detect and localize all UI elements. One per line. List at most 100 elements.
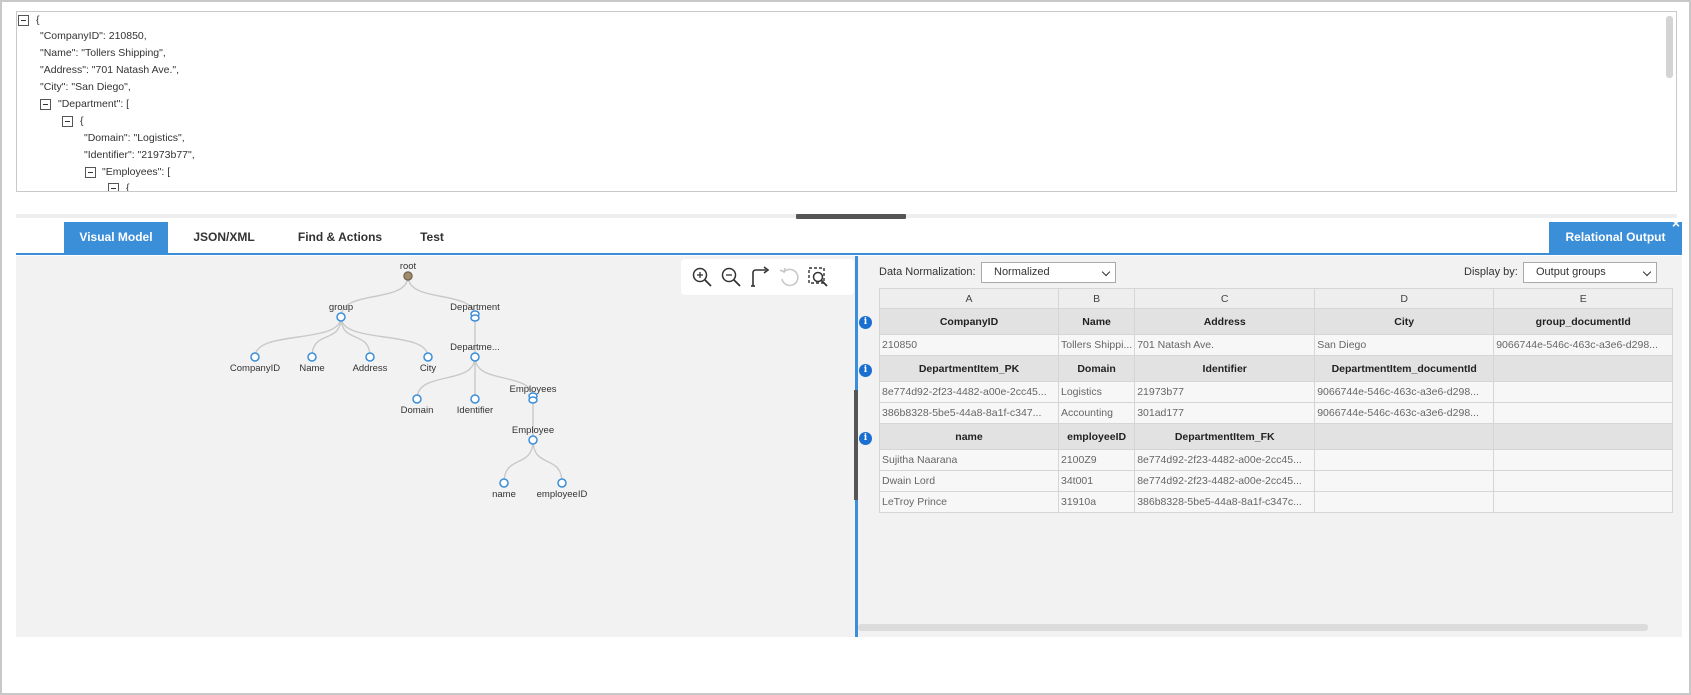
collapse-toggle-icon[interactable] — [18, 15, 29, 26]
group-header-cell[interactable]: City — [1314, 308, 1495, 335]
tree-node-label: root — [400, 261, 417, 272]
collapse-toggle-icon[interactable] — [40, 99, 51, 110]
collapse-toggle-icon[interactable] — [108, 183, 119, 191]
group-header-cell[interactable]: Domain — [1057, 355, 1136, 382]
table-cell[interactable] — [1493, 381, 1674, 403]
tree-node-companyid[interactable]: CompanyID — [230, 352, 280, 374]
table-cell[interactable] — [1314, 491, 1495, 513]
json-line: "Employees": [ — [102, 166, 171, 178]
table-cell[interactable]: 9066744e-546c-463c-a3e6-d298... — [1314, 381, 1495, 403]
group-header-cell[interactable]: DepartmentItem_documentId — [1314, 355, 1495, 382]
column-letter[interactable]: E — [1493, 288, 1674, 309]
collapse-toggle-icon[interactable] — [62, 116, 73, 127]
tree-node-ename[interactable]: name — [492, 478, 516, 500]
table-cell[interactable]: 21973b77 — [1134, 381, 1316, 403]
group-header-cell[interactable]: employeeID — [1057, 423, 1136, 450]
table-cell[interactable]: 34t001 — [1057, 470, 1136, 492]
relational-table[interactable]: A B C D E CompanyID Name Address City group_docum… — [879, 288, 1674, 513]
group-header-cell[interactable] — [1493, 423, 1674, 450]
node-circle-icon — [250, 352, 260, 362]
tree-node-name[interactable]: Name — [299, 352, 325, 374]
info-icon[interactable]: i — [859, 432, 872, 445]
tab-find-actions[interactable]: Find & Actions — [280, 222, 400, 253]
table-cell[interactable]: 386b8328-5be5-44a8-8a1f-c347... — [879, 402, 1059, 424]
tab-test[interactable]: Test — [402, 222, 462, 253]
group-header-cell[interactable]: Name — [1057, 308, 1136, 335]
tree-node-employee[interactable]: Employee — [512, 425, 554, 445]
table-cell[interactable]: 701 Natash Ave. — [1134, 334, 1316, 356]
tree-node-identifier[interactable]: Identifier — [457, 394, 493, 416]
tree-node-employeeid[interactable]: employeeID — [537, 478, 588, 500]
table-cell[interactable]: Logistics — [1057, 381, 1136, 403]
group-header-cell[interactable]: group_documentId — [1493, 308, 1674, 335]
table-cell[interactable]: San Diego — [1314, 334, 1495, 356]
table-cell[interactable] — [1493, 491, 1674, 513]
group-header-cell[interactable] — [1493, 355, 1674, 382]
tab-relational-output[interactable]: Relational Output × — [1549, 216, 1682, 253]
visual-model-canvas[interactable]: root group Department CompanyID Name Address C… — [16, 256, 855, 637]
table-cell[interactable]: 301ad177 — [1134, 402, 1316, 424]
group-header-cell[interactable]: DepartmentItem_FK — [1134, 423, 1316, 450]
table-row[interactable]: LeTroy Prince 31910a 386b8328-5be5-44a8-8a… — [879, 491, 1674, 513]
info-icon[interactable]: i — [859, 316, 872, 329]
table-cell[interactable]: 210850 — [879, 334, 1059, 356]
table-cell[interactable]: 31910a — [1057, 491, 1136, 513]
group-header-row: DepartmentItem_PK Domain Identifier Departm… — [879, 355, 1674, 382]
table-row[interactable]: Dwain Lord 34t001 8e774d92-2f23-4482-a00e-… — [879, 470, 1674, 492]
json-scrollbar[interactable] — [1666, 16, 1673, 78]
display-by-select[interactable]: Output groups — [1523, 262, 1657, 283]
column-letter[interactable]: A — [879, 288, 1059, 309]
table-row[interactable]: Sujitha Naarana 2100Z9 8e774d92-2f23-4482-… — [879, 449, 1674, 471]
tree-node-departme[interactable]: Departme... — [450, 342, 500, 362]
table-cell[interactable]: Sujitha Naarana — [879, 449, 1059, 471]
horizontal-scrollbar[interactable] — [858, 624, 1648, 631]
column-letter[interactable]: D — [1314, 288, 1495, 309]
table-cell[interactable]: Tollers Shippi... — [1057, 334, 1136, 356]
info-icon[interactable]: i — [859, 364, 872, 377]
table-row[interactable]: 386b8328-5be5-44a8-8a1f-c347... Accountin… — [879, 402, 1674, 424]
group-header-cell[interactable]: DepartmentItem_PK — [879, 355, 1059, 382]
tree-node-department[interactable]: Department — [450, 302, 500, 322]
table-cell[interactable]: 9066744e-546c-463c-a3e6-d298... — [1493, 334, 1674, 356]
tree-node-employees[interactable]: Employees — [510, 384, 557, 404]
tab-visual-model[interactable]: Visual Model — [64, 222, 168, 253]
table-cell[interactable]: 9066744e-546c-463c-a3e6-d298... — [1314, 402, 1495, 424]
group-header-cell[interactable]: CompanyID — [879, 308, 1059, 335]
table-cell[interactable] — [1493, 470, 1674, 492]
tree-node-group[interactable]: group — [329, 302, 353, 322]
chevron-down-icon — [1101, 267, 1111, 277]
table-row[interactable]: 8e774d92-2f23-4482-a00e-2cc45... Logistic… — [879, 381, 1674, 403]
tree-node-root[interactable]: root — [400, 261, 417, 281]
table-cell[interactable]: 2100Z9 — [1057, 449, 1136, 471]
group-header-cell[interactable] — [1314, 423, 1495, 450]
tree-edge — [532, 439, 563, 484]
table-cell[interactable]: 8e774d92-2f23-4482-a00e-2cc45... — [879, 381, 1059, 403]
tree-diagram[interactable]: root group Department CompanyID Name Address C… — [16, 256, 855, 637]
close-icon[interactable]: × — [1672, 216, 1680, 230]
column-letter[interactable]: C — [1134, 288, 1316, 309]
table-cell[interactable]: LeTroy Prince — [879, 491, 1059, 513]
table-cell[interactable] — [1314, 470, 1495, 492]
table-cell[interactable]: 386b8328-5be5-44a8-8a1f-c347c... — [1134, 491, 1316, 513]
tree-node-domain[interactable]: Domain — [401, 394, 434, 416]
table-cell[interactable] — [1493, 402, 1674, 424]
tree-node-city[interactable]: City — [420, 352, 437, 374]
tree-node-address[interactable]: Address — [353, 352, 388, 374]
table-cell[interactable] — [1314, 449, 1495, 471]
table-cell[interactable]: Accounting — [1057, 402, 1136, 424]
group-header-cell[interactable]: Identifier — [1134, 355, 1316, 382]
table-row[interactable]: 210850 Tollers Shippi... 701 Natash Ave. Sa… — [879, 334, 1674, 356]
node-circle-icon — [365, 352, 375, 362]
tab-json-xml[interactable]: JSON/XML — [172, 222, 276, 253]
json-viewer[interactable]: { "CompanyID": 210850, "Name": "Tollers … — [16, 11, 1677, 192]
group-header-cell[interactable]: Address — [1134, 308, 1316, 335]
table-cell[interactable]: 8e774d92-2f23-4482-a00e-2cc45... — [1134, 449, 1316, 471]
data-normalization-select[interactable]: Normalized — [981, 262, 1116, 283]
group-header-cell[interactable]: name — [879, 423, 1059, 450]
table-cell[interactable]: Dwain Lord — [879, 470, 1059, 492]
resize-grip[interactable] — [796, 214, 906, 219]
collapse-toggle-icon[interactable] — [85, 167, 96, 178]
table-cell[interactable] — [1493, 449, 1674, 471]
table-cell[interactable]: 8e774d92-2f23-4482-a00e-2cc45... — [1134, 470, 1316, 492]
column-letter[interactable]: B — [1057, 288, 1136, 309]
